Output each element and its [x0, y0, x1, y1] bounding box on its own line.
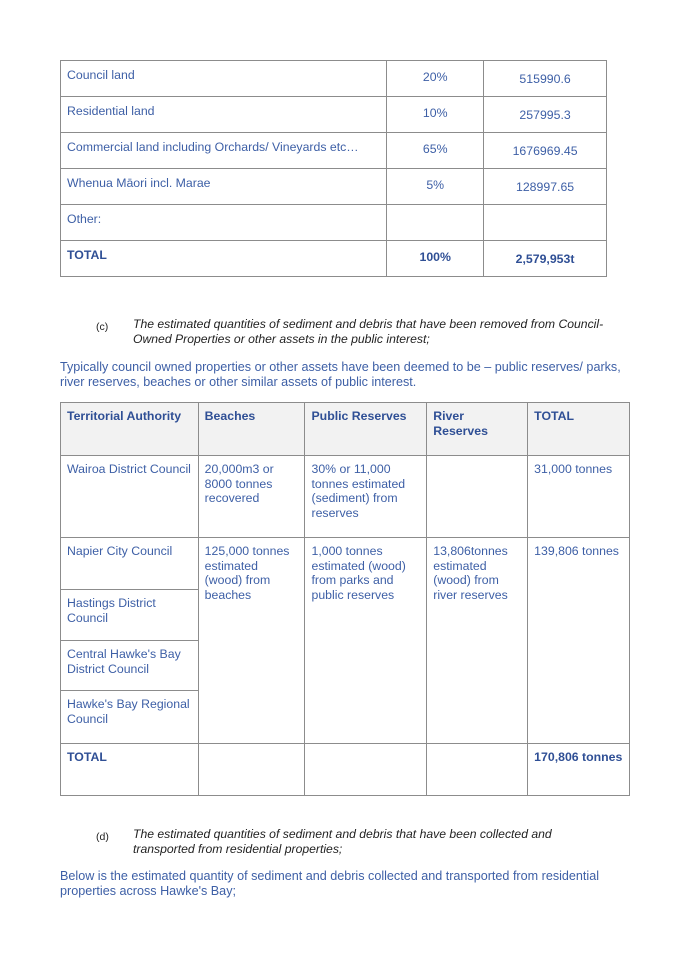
- row-percent: 10%: [386, 96, 485, 133]
- table-row: Commercial land including Orchards/ Vine…: [59, 132, 607, 169]
- section-heading-text: The estimated quantities of sediment and…: [133, 317, 604, 346]
- table-row: Residential land 10% 257995.3: [59, 96, 607, 133]
- public-reserves-cell: 30% or 11,000 tonnes estimated (sediment…: [304, 455, 428, 538]
- council-debris-table: Territorial Authority Beaches Public Res…: [60, 402, 630, 796]
- row-percent: 5%: [386, 168, 485, 205]
- empty-cell: [426, 743, 529, 796]
- authority-cell: Napier City Council: [60, 537, 199, 590]
- table-row: Council land 20% 515990.6: [59, 60, 607, 97]
- table-row: Other:: [59, 204, 607, 241]
- section-letter: (d): [96, 831, 109, 843]
- header-beaches: Beaches: [197, 402, 306, 456]
- beaches-cell: 20,000m3 or 8000 tonnes recovered: [197, 455, 306, 538]
- empty-cell: [304, 743, 428, 796]
- total-row: TOTAL 100% 2,579,953t: [59, 240, 607, 277]
- land-allocation-table: Council land 20% 515990.6 Residential la…: [59, 60, 607, 277]
- authority-cell: Hastings District Council: [60, 589, 199, 641]
- row-percent: 65%: [386, 132, 485, 169]
- river-reserves-cell: 13,806tonnes estimated (wood) from river…: [426, 537, 529, 744]
- total-cell: 31,000 tonnes: [527, 455, 630, 538]
- river-reserves-cell: [426, 455, 529, 538]
- row-label: Whenua Māori incl. Marae: [59, 168, 388, 205]
- row-value: 515990.6: [483, 60, 607, 97]
- row-label: Commercial land including Orchards/ Vine…: [59, 132, 388, 169]
- row-percent: 20%: [386, 60, 485, 97]
- row-value: 128997.65: [483, 168, 607, 205]
- row-value: 257995.3: [483, 96, 607, 133]
- row-value: 1676969.45: [483, 132, 607, 169]
- row-label: Other:: [59, 204, 388, 241]
- table-row: Napier City Council 125,000 tonnes estim…: [60, 537, 630, 744]
- header-total: TOTAL: [527, 402, 630, 456]
- authority-cell: Wairoa District Council: [60, 455, 199, 538]
- header-row: Territorial Authority Beaches Public Res…: [60, 402, 630, 456]
- empty-cell: [197, 743, 306, 796]
- section-letter: (c): [96, 321, 109, 333]
- total-row: TOTAL 170,806 tonnes: [60, 743, 630, 796]
- total-percent: 100%: [386, 240, 485, 277]
- total-label: TOTAL: [60, 743, 199, 796]
- total-cell: 139,806 tonnes: [527, 537, 630, 744]
- header-public-reserves: Public Reserves: [304, 402, 428, 456]
- beaches-cell: 125,000 tonnes estimated (wood) from bea…: [197, 537, 306, 744]
- table-row: Wairoa District Council 20,000m3 or 8000…: [60, 455, 630, 538]
- section-d-heading: (d) The estimated quantities of sediment…: [96, 827, 616, 859]
- section-d-paragraph: Below is the estimated quantity of sedim…: [60, 869, 600, 898]
- row-label: Council land: [59, 60, 388, 97]
- header-river-reserves: River Reserves: [426, 402, 529, 456]
- total-value: 2,579,953t: [483, 240, 607, 277]
- grand-total-cell: 170,806 tonnes: [527, 743, 630, 796]
- row-label: Residential land: [59, 96, 388, 133]
- authority-cell: Central Hawke's Bay District Council: [60, 640, 199, 691]
- header-territorial-authority: Territorial Authority: [60, 402, 199, 456]
- section-heading-text: The estimated quantities of sediment and…: [133, 827, 552, 856]
- section-c-paragraph: Typically council owned properties or ot…: [60, 360, 621, 389]
- section-c-heading: (c) The estimated quantities of sediment…: [96, 317, 616, 349]
- row-percent: [386, 204, 485, 241]
- public-reserves-cell: 1,000 tonnes estimated (wood) from parks…: [304, 537, 428, 744]
- total-label: TOTAL: [59, 240, 388, 277]
- row-value: [483, 204, 607, 241]
- authority-cell: Hawke's Bay Regional Council: [60, 690, 199, 744]
- table-row: Whenua Māori incl. Marae 5% 128997.65: [59, 168, 607, 205]
